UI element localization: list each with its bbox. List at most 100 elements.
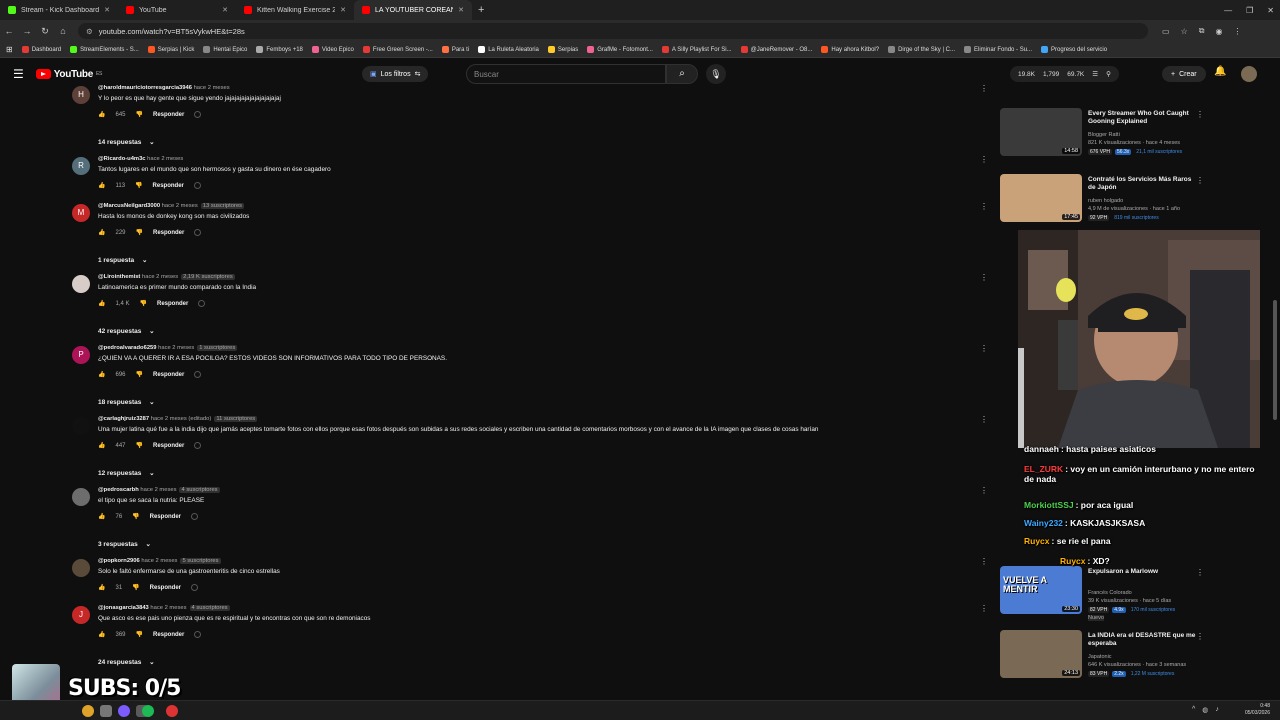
like-icon[interactable]: 👍 [98, 111, 105, 118]
comment-menu-icon[interactable]: ⋮ [980, 273, 988, 282]
comment-author[interactable]: @MarcusNeilgard3000 [98, 203, 160, 209]
forward-icon[interactable]: → [18, 26, 36, 36]
comment-author[interactable]: @Ricardo-u4m3c [98, 156, 146, 162]
youtube-logo[interactable]: YouTube ES [35, 69, 102, 80]
create-button[interactable]: + Crear [1162, 66, 1206, 82]
bookmark-item[interactable]: StreamElements - S... [70, 46, 139, 53]
apps-icon[interactable]: ⊞ [6, 45, 13, 54]
extension-stats[interactable]: 19.8K 1,799 69.7K ☰ ⚲ [1010, 66, 1119, 82]
cast-icon[interactable]: ▭ [1162, 27, 1170, 36]
bookmark-item[interactable]: Dashboard [21, 46, 61, 53]
reply-button[interactable]: Responder [153, 443, 184, 449]
search-input[interactable]: Buscar [466, 64, 666, 84]
spotify-taskbar-icon[interactable] [142, 705, 154, 717]
bookmark-item[interactable]: Hentai Epico [203, 46, 247, 53]
comment-author[interactable]: @haroldmauriciotorresgarcia3946 [98, 85, 192, 91]
video-channel[interactable]: Francés Colorado [1088, 590, 1132, 596]
browser-tab[interactable]: Stream - Kick Dashboard ✕ [0, 0, 118, 20]
comment-avatar[interactable] [72, 488, 90, 506]
recommended-video[interactable]: 14:58 Every Streamer Who Got Caught Gooni… [998, 108, 1208, 170]
browser-tab[interactable]: LA YOUTUBER COREANA que ✕ [354, 0, 472, 20]
video-menu-icon[interactable]: ⋮ [1196, 176, 1204, 185]
comment-menu-icon[interactable]: ⋮ [980, 415, 988, 424]
comment-author[interactable]: @pedroalvarado6259 [98, 345, 157, 351]
extensions-icon[interactable]: ⧉ [1199, 26, 1205, 36]
comment-menu-icon[interactable]: ⋮ [980, 486, 988, 495]
reply-button[interactable]: Responder [157, 301, 188, 307]
bookmark-item[interactable]: Serpias | Kick [147, 46, 194, 53]
tab-close-icon[interactable]: ✕ [104, 6, 110, 14]
dislike-icon[interactable]: 👎 [132, 584, 139, 591]
comment-time[interactable]: hace 2 meses [147, 156, 183, 162]
bookmark-item[interactable]: Progreso del servicio [1041, 46, 1107, 53]
comment-time[interactable]: hace 2 meses [158, 345, 194, 351]
new-tab-button[interactable]: + [472, 4, 490, 16]
tab-close-icon[interactable]: ✕ [222, 6, 228, 14]
comment-avatar[interactable]: J [72, 606, 90, 624]
bookmark-item[interactable]: Eliminar Fondo - Su... [964, 46, 1032, 53]
video-channel[interactable]: ruben holgado [1088, 198, 1123, 204]
comment-time[interactable]: hace 2 meses [162, 203, 198, 209]
comment-menu-icon[interactable]: ⋮ [980, 155, 988, 164]
dislike-icon[interactable]: 👎 [136, 631, 143, 638]
video-channel[interactable]: Blogger Ratti [1088, 132, 1120, 138]
volume-icon[interactable]: ♪ [1215, 706, 1219, 714]
dislike-icon[interactable]: 👎 [140, 300, 147, 307]
home-icon[interactable]: ⌂ [54, 26, 72, 36]
comment-time[interactable]: hace 2 meses (editado) [151, 416, 212, 422]
comment-avatar[interactable] [72, 275, 90, 293]
dislike-icon[interactable]: 👎 [136, 371, 143, 378]
comment-menu-icon[interactable]: ⋮ [980, 344, 988, 353]
notifications-bell-icon[interactable]: 🔔 [1214, 66, 1226, 77]
view-replies-button[interactable]: 12 respuestas ⌄ [98, 469, 155, 477]
comment-time[interactable]: hace 2 meses [140, 487, 176, 493]
network-icon[interactable]: ◍ [1202, 706, 1208, 714]
chevron-up-icon[interactable]: ^ [1192, 706, 1195, 714]
dislike-icon[interactable]: 👎 [136, 111, 143, 118]
bookmark-item[interactable]: GrafMe - Fotomont... [587, 46, 653, 53]
reply-button[interactable]: Responder [153, 230, 184, 236]
reply-button[interactable]: Responder [150, 514, 181, 520]
video-thumbnail[interactable]: VUELVE A MENTIR 23:30 [1000, 566, 1082, 614]
tab-close-icon[interactable]: ✕ [458, 6, 464, 14]
like-icon[interactable]: 👍 [98, 229, 105, 236]
video-thumbnail[interactable]: 14:58 [1000, 108, 1082, 156]
bookmark-item[interactable]: Hay ahora Kitbol? [821, 46, 879, 53]
comment-avatar[interactable]: P [72, 346, 90, 364]
site-info-icon[interactable]: ⚙ [86, 27, 93, 36]
dislike-icon[interactable]: 👎 [135, 182, 142, 189]
video-thumbnail[interactable]: 17:45 [1000, 174, 1082, 222]
recommended-video[interactable]: 17:45 Contraté los Servicios Más Raros de… [998, 174, 1208, 236]
comment-avatar[interactable] [72, 417, 90, 435]
reply-button[interactable]: Responder [150, 585, 181, 591]
like-icon[interactable]: 👍 [98, 371, 105, 378]
bookmark-item[interactable]: @JaneRemover - O8... [740, 46, 812, 53]
comment-menu-icon[interactable]: ⋮ [980, 557, 988, 566]
bookmark-item[interactable]: Free Green Screen -... [362, 46, 433, 53]
like-icon[interactable]: 👍 [98, 584, 105, 591]
bookmark-item[interactable]: A Silly Playlist For Si... [661, 46, 732, 53]
page-scrollbar[interactable] [1273, 300, 1277, 420]
comment-time[interactable]: hace 2 meses [142, 274, 178, 280]
tab-close-icon[interactable]: ✕ [340, 6, 346, 14]
comment-avatar[interactable]: H [72, 86, 90, 104]
voice-search-button[interactable]: 🎙 [706, 64, 726, 84]
menu-icon[interactable]: ⋮ [1233, 27, 1241, 36]
filters-button[interactable]: ▣ Los filtros ⇆ [362, 66, 429, 82]
like-icon[interactable]: 👍 [98, 300, 105, 307]
comment-avatar[interactable] [72, 559, 90, 577]
comment-author[interactable]: @pedroscarbh [98, 487, 139, 493]
profile-icon[interactable]: ◉ [1215, 27, 1222, 36]
browser-tab[interactable]: YouTube ✕ [118, 0, 236, 20]
star-icon[interactable]: ☆ [1181, 27, 1188, 36]
video-title[interactable]: La INDIA era el DESASTRE que me esperaba [1088, 632, 1200, 648]
like-icon[interactable]: 👍 [98, 442, 105, 449]
chrome-taskbar-icon[interactable] [82, 705, 94, 717]
reply-button[interactable]: Responder [153, 632, 184, 638]
video-channel[interactable]: Japatonic [1088, 654, 1112, 660]
minimize-icon[interactable]: — [1224, 6, 1232, 15]
bookmark-item[interactable]: Video Epico [311, 46, 354, 53]
maximize-icon[interactable]: ❐ [1246, 6, 1253, 15]
comment-avatar[interactable]: M [72, 204, 90, 222]
view-replies-button[interactable]: 18 respuestas ⌄ [98, 398, 155, 406]
